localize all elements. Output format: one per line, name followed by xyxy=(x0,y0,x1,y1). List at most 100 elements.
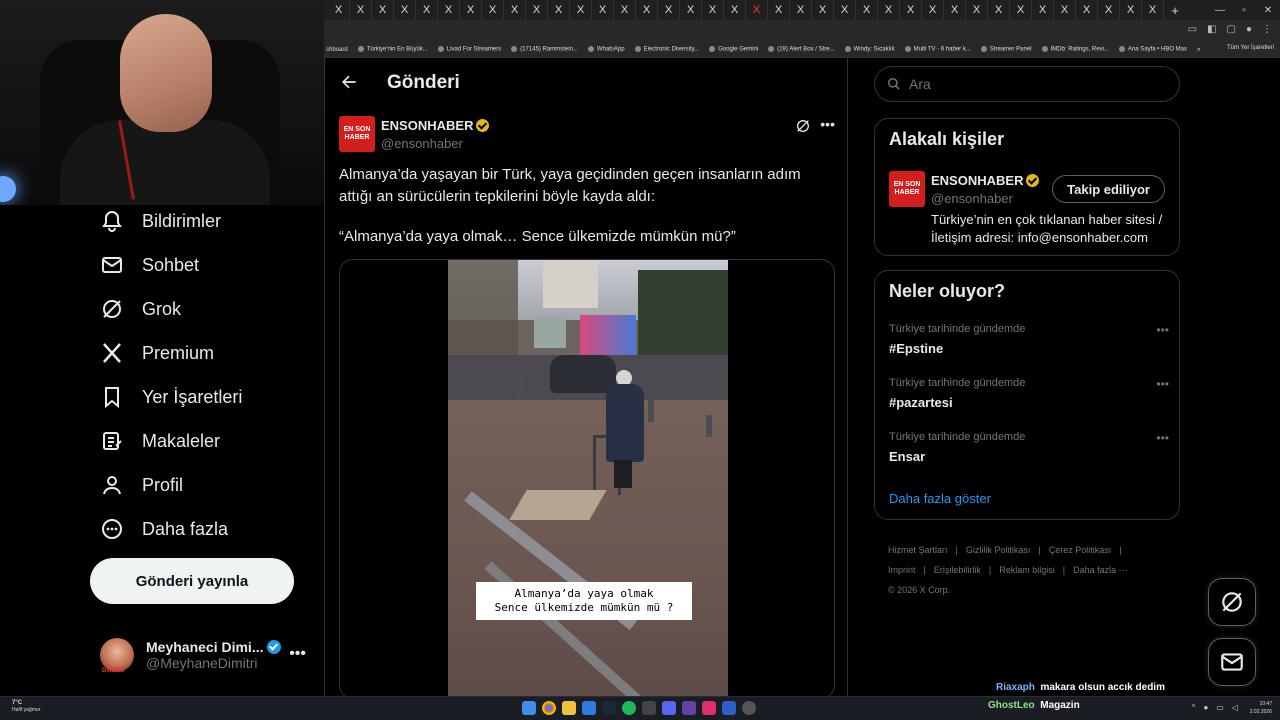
spotify-icon[interactable] xyxy=(622,701,636,715)
menu-icon[interactable]: ⋮ xyxy=(1262,24,1272,35)
browser-tab[interactable]: X xyxy=(1142,0,1164,20)
cast-icon[interactable]: ▭ xyxy=(1188,24,1197,35)
browser-tab[interactable]: X xyxy=(702,0,724,20)
all-bookmarks-folder[interactable]: Tüm Yer İşaretleri xyxy=(1227,45,1274,51)
footer-link[interactable]: Reklam bilgisi xyxy=(999,565,1055,575)
volume-icon[interactable]: ◁ xyxy=(1232,703,1238,712)
bookmark-item[interactable]: (17145) Rammstein... xyxy=(511,46,578,53)
browser-tab[interactable]: X xyxy=(1076,0,1098,20)
browser-tab[interactable]: X xyxy=(988,0,1010,20)
bookmark-item[interactable]: Livad For Streamers xyxy=(437,46,501,53)
back-arrow-icon[interactable] xyxy=(339,72,359,92)
bookmarks-overflow-icon[interactable]: » xyxy=(1197,47,1200,53)
nav-item-makaleler[interactable]: Makaleler xyxy=(100,429,220,453)
chevron-up-icon[interactable]: ^ xyxy=(1192,703,1196,712)
browser-tab[interactable]: X xyxy=(768,0,790,20)
browser-tab[interactable]: X xyxy=(966,0,988,20)
bookmark-item[interactable]: Streamer Panel xyxy=(980,46,1032,53)
minimize-icon[interactable]: — xyxy=(1208,5,1232,16)
browser-tab[interactable]: X xyxy=(372,0,394,20)
browser-tab[interactable]: X xyxy=(1032,0,1054,20)
post-media[interactable]: Almanya’da yaya olmak Sence ülkemizde mü… xyxy=(339,259,835,696)
address-bar[interactable]: ▭ ◧ ▢ ● ⋮ xyxy=(324,20,1280,42)
browser-tab[interactable]: X xyxy=(482,0,504,20)
bookmark-item[interactable]: Multi TV - 6 haber k... xyxy=(904,46,971,53)
post-button[interactable]: Gönderi yayınla xyxy=(90,558,294,604)
trend-more-icon[interactable]: ••• xyxy=(1156,431,1169,445)
app-icon[interactable] xyxy=(722,701,736,715)
file-explorer-icon[interactable] xyxy=(562,701,576,715)
footer-link[interactable]: Daha fazla ··· xyxy=(1073,565,1128,575)
discord-icon[interactable] xyxy=(662,701,676,715)
author-avatar[interactable]: EN SON HABER xyxy=(339,116,375,152)
bookmark-item[interactable]: Türkiye'nin En Büyük... xyxy=(357,46,428,53)
grok-icon[interactable] xyxy=(795,118,811,134)
account-more-icon[interactable]: ••• xyxy=(289,645,306,663)
grok-fab[interactable] xyxy=(1208,578,1256,626)
nav-item-yer-i-şaretleri[interactable]: Yer İşaretleri xyxy=(100,385,242,409)
footer-link[interactable]: Hizmet Şartları xyxy=(888,545,948,555)
obs-icon[interactable] xyxy=(742,701,756,715)
weather-widget[interactable]: 7°C Hafif yağmur xyxy=(12,700,40,714)
browser-tab[interactable]: X xyxy=(944,0,966,20)
browser-tab[interactable]: X xyxy=(614,0,636,20)
nav-item-premium[interactable]: Premium xyxy=(100,341,214,365)
browser-tab[interactable]: X xyxy=(834,0,856,20)
steam-icon[interactable] xyxy=(602,701,616,715)
trend-more-icon[interactable]: ••• xyxy=(1156,323,1169,337)
post-photo[interactable]: Almanya’da yaya olmak Sence ülkemizde mü… xyxy=(448,260,728,696)
browser-tab[interactable]: X xyxy=(812,0,834,20)
browser-tab[interactable]: X xyxy=(900,0,922,20)
trend-item[interactable]: Türkiye tarihinde gündemde Ensar ••• xyxy=(889,431,1169,464)
network-icon[interactable]: ▭ xyxy=(1216,703,1224,712)
browser-tab[interactable]: X xyxy=(922,0,944,20)
browser-tab[interactable]: X xyxy=(658,0,680,20)
browser-tab[interactable]: X xyxy=(724,0,746,20)
bookmark-item[interactable]: (19) Alert Box / Stre... xyxy=(768,46,835,53)
browser-tab[interactable]: X xyxy=(680,0,702,20)
browser-tab[interactable]: X xyxy=(328,0,350,20)
show-more-link[interactable]: Daha fazla göster xyxy=(889,491,991,506)
footer-link[interactable]: © 2026 X Corp. xyxy=(888,585,950,595)
related-name-text[interactable]: ENSONHABER xyxy=(931,173,1023,188)
close-icon[interactable]: ✕ xyxy=(1256,5,1280,16)
related-name[interactable]: ENSONHABER xyxy=(931,173,1040,188)
trend-item[interactable]: Türkiye tarihinde gündemde #Epstine ••• xyxy=(889,323,1169,356)
post-more-icon[interactable]: ••• xyxy=(820,116,835,132)
footer-link[interactable]: Erişilebilirlik xyxy=(934,565,981,575)
browser-tab[interactable]: X xyxy=(1054,0,1076,20)
footer-link[interactable]: Çerez Politikası xyxy=(1049,545,1112,555)
browser-tab[interactable]: X xyxy=(416,0,438,20)
app-icon[interactable] xyxy=(582,701,596,715)
clock[interactable]: 10:47 2.02.2026 xyxy=(1250,700,1272,716)
browser-tab[interactable]: X xyxy=(856,0,878,20)
related-handle[interactable]: @ensonhaber xyxy=(931,191,1013,206)
browser-tab[interactable]: X xyxy=(746,0,768,20)
app-icon[interactable] xyxy=(702,701,716,715)
bookmark-item[interactable]: IMDb: Ratings, Revi... xyxy=(1041,46,1109,53)
browser-tab[interactable]: X xyxy=(460,0,482,20)
new-tab-button[interactable]: + xyxy=(1164,3,1186,18)
footer-link[interactable]: Gizlilik Politikası xyxy=(966,545,1031,555)
app-icon[interactable] xyxy=(642,701,656,715)
trend-item[interactable]: Türkiye tarihinde gündemde #pazartesi ••• xyxy=(889,377,1169,410)
browser-tab[interactable]: X xyxy=(878,0,900,20)
footer-link[interactable]: Imprint xyxy=(888,565,916,575)
nav-item-sohbet[interactable]: Sohbet xyxy=(100,253,199,277)
chrome-icon[interactable] xyxy=(542,701,556,715)
author-name-text[interactable]: ENSONHABER xyxy=(381,118,473,133)
extension-icon[interactable]: ◧ xyxy=(1207,24,1216,35)
browser-tab[interactable]: X xyxy=(438,0,460,20)
profile-icon[interactable]: ● xyxy=(1246,24,1252,35)
browser-tab[interactable]: X xyxy=(526,0,548,20)
mic-icon[interactable]: ● xyxy=(1203,703,1208,712)
browser-tab[interactable]: X xyxy=(504,0,526,20)
maximize-icon[interactable]: ▫ xyxy=(1232,5,1256,16)
twitch-icon[interactable] xyxy=(682,701,696,715)
bookmark-item[interactable]: Windy: Sıcaklık xyxy=(844,46,895,53)
browser-tab[interactable]: X xyxy=(1098,0,1120,20)
windows-start-icon[interactable] xyxy=(522,701,536,715)
browser-tab[interactable]: X xyxy=(548,0,570,20)
bookmark-item[interactable]: Ana Sayfa • HBO Max xyxy=(1118,46,1187,53)
author-name[interactable]: ENSONHABER xyxy=(381,118,490,133)
